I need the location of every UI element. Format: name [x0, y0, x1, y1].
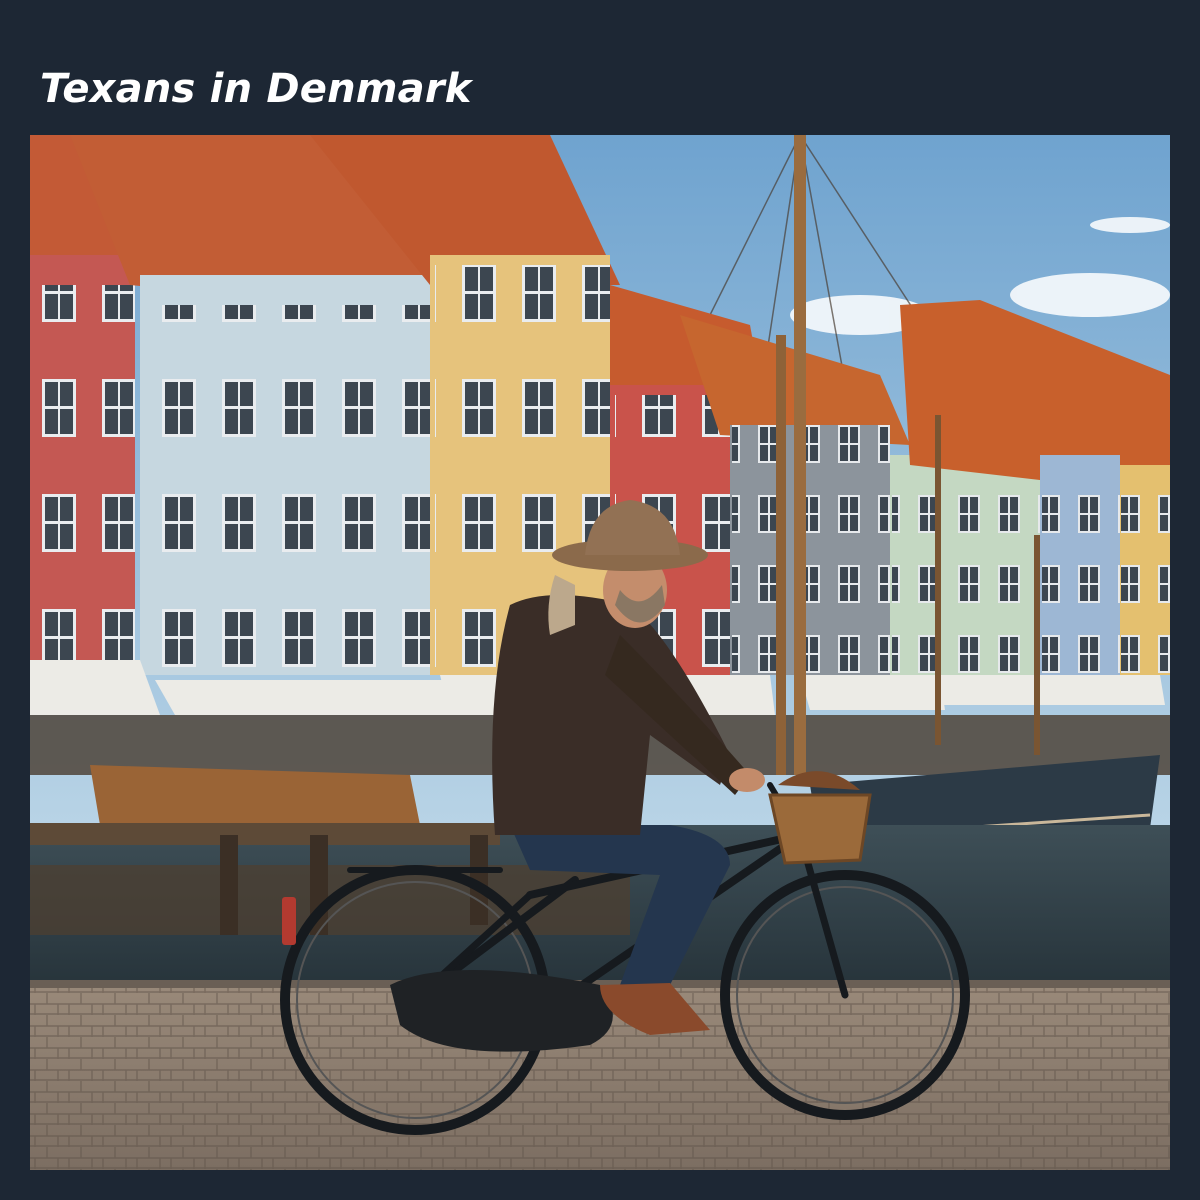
photo	[30, 135, 1170, 1170]
page-title: Texans in Denmark	[40, 66, 472, 112]
hand	[729, 768, 765, 792]
poster-card: Texans in Denmark	[0, 0, 1200, 1200]
bike-basket	[768, 793, 872, 865]
pier	[30, 823, 500, 845]
wooden-boat	[90, 765, 420, 825]
rear-reflector	[282, 897, 296, 945]
